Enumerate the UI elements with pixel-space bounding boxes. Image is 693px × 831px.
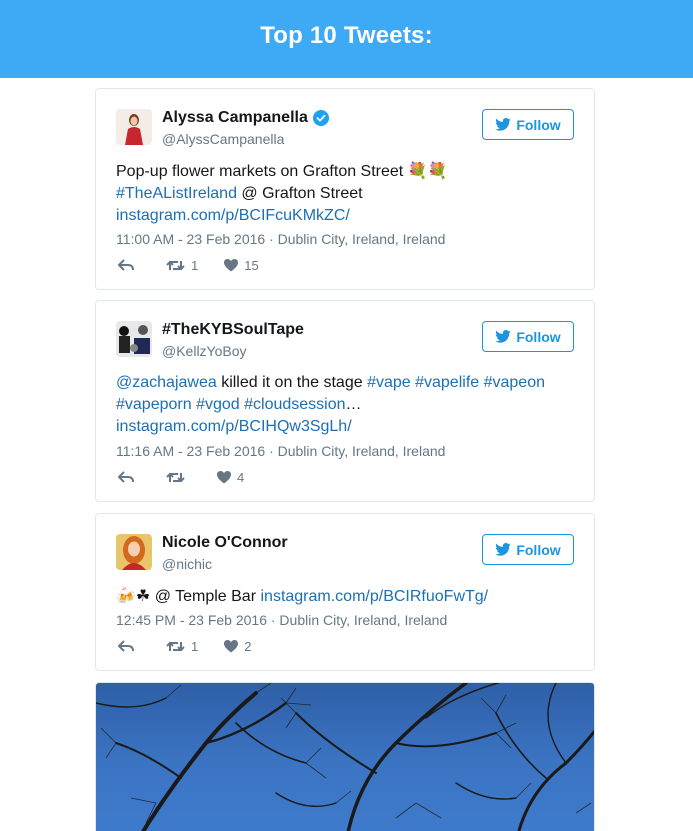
follow-button[interactable]: Follow <box>482 321 574 352</box>
mention-link[interactable]: @zachajawea <box>116 374 217 391</box>
author-row: Alyssa Campanella <box>162 109 329 127</box>
tweet-actions: 4 <box>118 470 270 485</box>
follow-label: Follow <box>516 328 561 345</box>
reply-icon <box>118 259 134 271</box>
reply-button[interactable] <box>118 640 140 653</box>
author-row: #TheKYBSoulTape <box>162 321 304 339</box>
ellipsis: … <box>345 396 362 413</box>
tweet-card: Alyssa Campanella @AlyssCampanella Follo… <box>95 88 595 290</box>
reply-button[interactable] <box>118 259 140 272</box>
follow-label: Follow <box>516 116 561 133</box>
author-name[interactable]: #TheKYBSoulTape <box>162 321 304 339</box>
tweet-meta[interactable]: 11:00 AM - 23 Feb 2016 · Dublin City, Ir… <box>116 231 445 247</box>
hashtag-link[interactable]: #vapeon <box>484 374 545 391</box>
follow-button[interactable]: Follow <box>482 534 574 565</box>
instagram-link[interactable]: instagram.com/p/BCIHQw3SgLh/ <box>116 418 352 435</box>
tree-branches-image <box>96 683 594 831</box>
like-count: 15 <box>244 258 259 273</box>
retweet-count: 1 <box>191 639 199 654</box>
avatar[interactable] <box>116 109 152 145</box>
hashtag-link[interactable]: #vapeporn <box>116 396 192 413</box>
hashtag-link[interactable]: #vape <box>367 374 411 391</box>
avatar[interactable] <box>116 534 152 570</box>
follow-label: Follow <box>516 541 561 558</box>
retweet-button[interactable] <box>166 471 191 484</box>
author-name[interactable]: Alyssa Campanella <box>162 109 308 127</box>
verified-icon <box>312 110 329 126</box>
retweet-icon <box>166 260 185 271</box>
twitter-bird-icon <box>495 330 512 343</box>
instagram-link[interactable]: instagram.com/p/BCIFcuKMkZC/ <box>116 207 350 224</box>
like-button[interactable]: 2 <box>224 639 251 654</box>
hashtag-link[interactable]: #vapelife <box>415 374 479 391</box>
twitter-bird-icon <box>495 118 512 131</box>
author-row: Nicole O'Connor <box>162 534 288 552</box>
avatar[interactable] <box>116 321 152 357</box>
twitter-bird-icon <box>495 543 512 556</box>
reply-icon <box>118 471 134 483</box>
tweet-meta[interactable]: 11:16 AM - 23 Feb 2016 · Dublin City, Ir… <box>116 443 445 459</box>
tweet-text: @zachajawea killed it on the stage #vape… <box>116 372 574 438</box>
like-count: 4 <box>237 470 245 485</box>
heart-icon <box>224 259 239 272</box>
hashtag-link[interactable]: #cloudsession <box>244 396 345 413</box>
like-button[interactable]: 4 <box>217 470 244 485</box>
tweet-text: 🍻☘ @ Temple Bar instagram.com/p/BCIRfuoF… <box>116 585 574 608</box>
follow-button[interactable]: Follow <box>482 109 574 140</box>
tweet-body: killed it on the stage <box>216 374 368 391</box>
author-handle[interactable]: @KellzYoBoy <box>162 343 247 359</box>
tweet-card: Nicole O'Connor @nichic Follow 🍻☘ @ Temp… <box>95 513 595 671</box>
tweet-card: #TheKYBSoulTape @KellzYoBoy Follow @zach… <box>95 300 595 502</box>
instagram-link[interactable]: instagram.com/p/BCIRfuoFwTg/ <box>260 588 488 605</box>
author-handle[interactable]: @nichic <box>162 556 212 572</box>
retweet-icon <box>166 472 185 483</box>
emoji: 🍻☘ <box>116 586 151 605</box>
emoji: 💐💐 <box>407 161 448 180</box>
retweet-icon <box>166 641 185 652</box>
tweet-actions: 1 15 <box>118 258 285 273</box>
retweet-button[interactable]: 1 <box>166 639 198 654</box>
heart-icon <box>217 471 231 484</box>
tweet-body: @ Temple Bar <box>150 588 261 605</box>
tweet-text: Pop-up flower markets on Grafton Street … <box>116 160 574 227</box>
retweet-button[interactable]: 1 <box>166 258 198 273</box>
tweet-actions: 1 2 <box>118 639 277 654</box>
like-button[interactable]: 15 <box>224 258 259 273</box>
author-name[interactable]: Nicole O'Connor <box>162 534 288 552</box>
tweet-meta[interactable]: 12:45 PM - 23 Feb 2016 · Dublin City, Ir… <box>116 612 447 628</box>
like-count: 2 <box>244 639 252 654</box>
tweet-body: Pop-up flower markets on Grafton Street <box>116 163 408 180</box>
author-handle[interactable]: @AlyssCampanella <box>162 131 284 147</box>
page-header: Top 10 Tweets: <box>0 0 693 78</box>
reply-button[interactable] <box>118 471 140 484</box>
tweet-photo[interactable] <box>95 682 595 831</box>
hashtag-link[interactable]: #TheAListIreland <box>116 185 237 202</box>
retweet-count: 1 <box>191 258 199 273</box>
location-text: @ Grafton Street <box>236 185 363 202</box>
page-title: Top 10 Tweets: <box>260 22 433 49</box>
hashtag-link[interactable]: #vgod <box>196 396 240 413</box>
heart-icon <box>224 640 239 653</box>
reply-icon <box>118 640 134 652</box>
